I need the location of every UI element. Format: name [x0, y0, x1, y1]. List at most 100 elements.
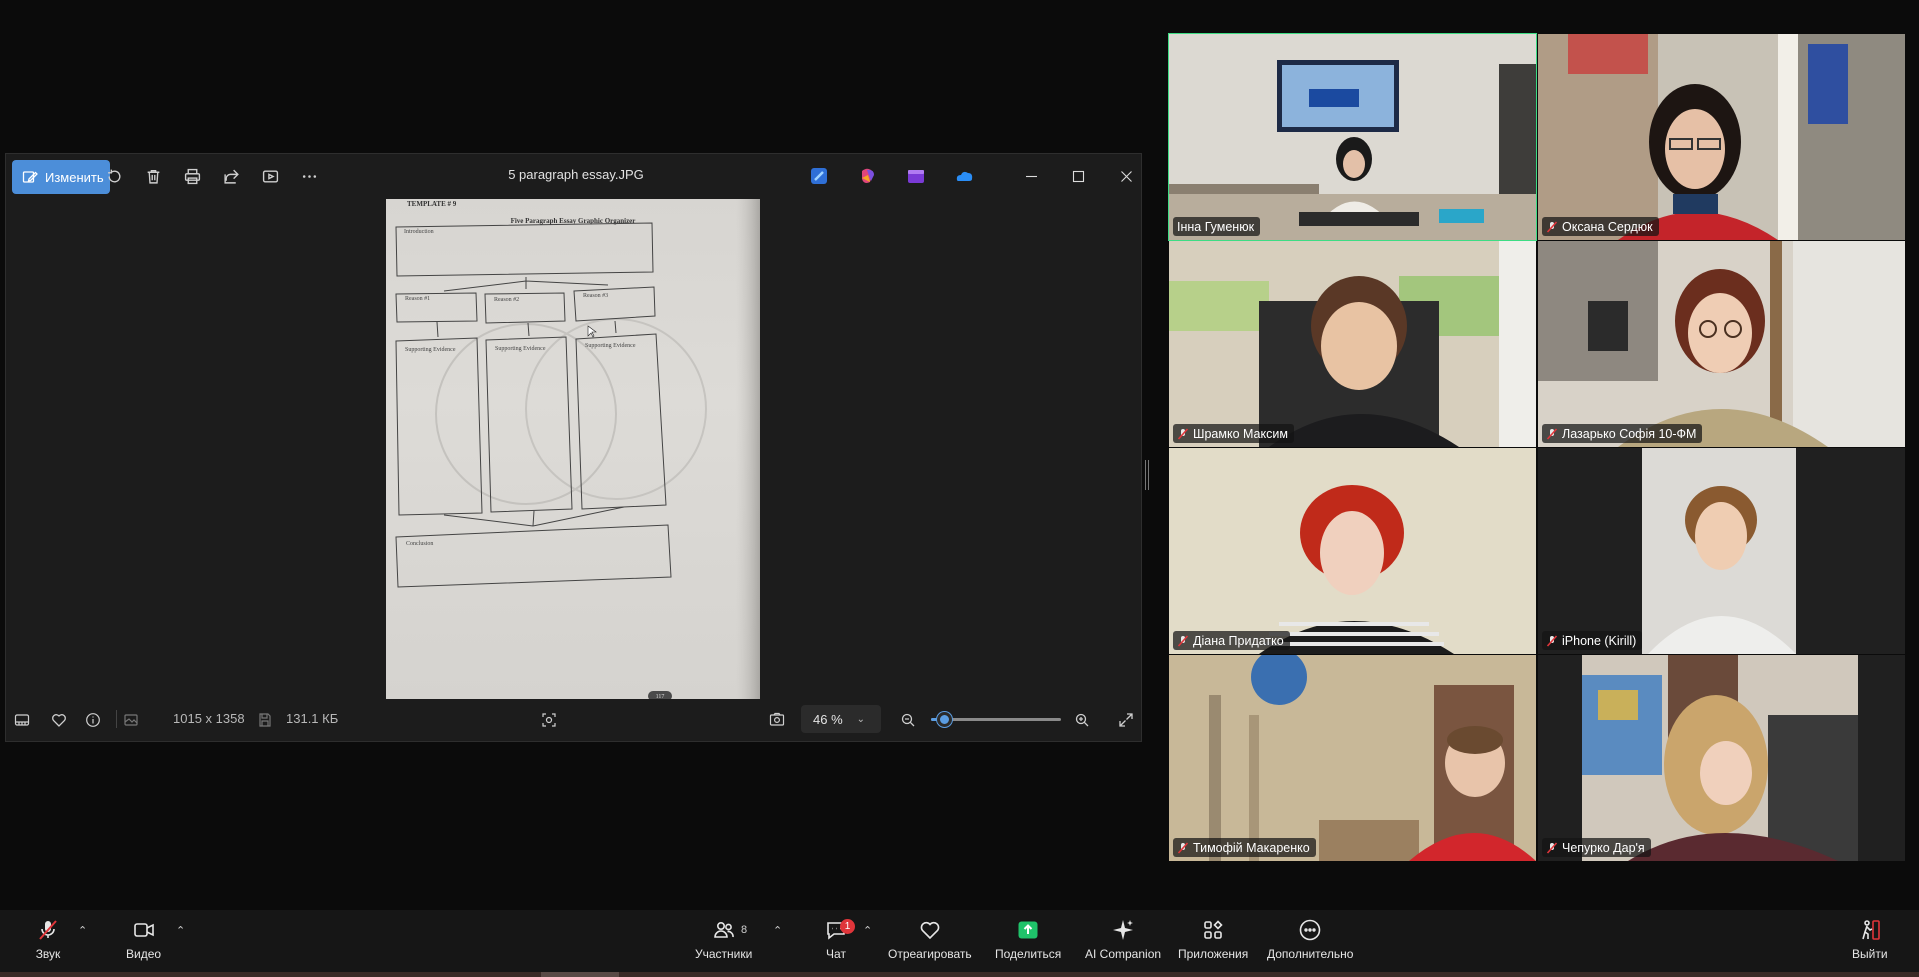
file-size: 131.1 КБ	[286, 711, 339, 726]
zoom-out-icon[interactable]	[898, 710, 918, 730]
maximize-icon[interactable]	[1063, 162, 1093, 190]
reason-1-label: Reason #1	[405, 296, 430, 302]
participant-tile[interactable]: Оксана Сердюк	[1538, 34, 1905, 240]
reason-3-label: Reason #3	[583, 293, 608, 299]
video-options-caret[interactable]: ⌃	[176, 924, 188, 937]
video-feed	[1538, 448, 1905, 654]
participant-tile[interactable]: Лазарько Софія 10-ФМ	[1538, 241, 1905, 447]
video-feed	[1538, 34, 1905, 240]
evidence-3-label: Supporting Evidence	[585, 343, 636, 349]
audio-label: Звук	[35, 947, 61, 961]
viewer-toolbar: Изменить 5 paragraph essay.JPG	[6, 154, 1141, 198]
share-screen-button[interactable]: Поделиться	[995, 916, 1061, 966]
zoom-level-value: 46 %	[813, 711, 843, 727]
participants-options-caret[interactable]: ⌃	[773, 924, 785, 937]
muted-mic-icon	[1546, 634, 1558, 647]
edit-button[interactable]: Изменить	[12, 160, 110, 194]
onedrive-icon[interactable]	[954, 166, 974, 186]
status-divider	[116, 710, 117, 728]
slideshow-icon[interactable]	[258, 164, 282, 188]
participant-tile[interactable]: Діана Придатко	[1169, 448, 1536, 654]
more-button[interactable]: Дополнительно	[1267, 916, 1353, 966]
participant-name: Інна Гуменюк	[1177, 219, 1255, 234]
meeting-controls-bar: Звук ⌃ Видео ⌃ Участники 8 ⌃ Чат 1 ⌃ Отр…	[0, 910, 1919, 972]
camera-icon	[133, 923, 154, 937]
video-feed	[1538, 655, 1905, 861]
participant-tile[interactable]: Інна Гуменюк	[1168, 33, 1537, 241]
delete-icon[interactable]	[141, 164, 165, 188]
participant-name-tag: Шрамко Максим	[1173, 424, 1294, 443]
evidence-2-label: Supporting Evidence	[495, 346, 546, 352]
document-photo: TEMPLATE # 9 Five Paragraph Essay Graphi…	[386, 199, 760, 701]
participants-label: Участники	[695, 947, 753, 961]
video-feed	[1169, 448, 1536, 654]
clipchamp-icon[interactable]	[906, 166, 926, 186]
more-options-icon[interactable]	[297, 164, 321, 188]
window-bottom-edge	[0, 972, 1919, 977]
more-label: Дополнительно	[1267, 947, 1354, 961]
share-icon[interactable]	[219, 164, 243, 188]
participants-count: 8	[741, 924, 748, 936]
participant-name-tag: iPhone (Kirill)	[1542, 631, 1643, 650]
zoom-slider-thumb[interactable]	[937, 712, 952, 727]
react-button[interactable]: Отреагировать	[888, 916, 972, 966]
copilot-icon[interactable]	[858, 166, 878, 186]
info-icon[interactable]	[83, 710, 103, 730]
react-label: Отреагировать	[888, 947, 972, 961]
chat-label: Чат	[826, 947, 846, 961]
dimensions-icon	[121, 710, 141, 730]
video-button[interactable]: Видео	[126, 916, 161, 966]
filmstrip-icon[interactable]	[12, 710, 32, 730]
audio-options-caret[interactable]: ⌃	[78, 924, 90, 937]
participant-name-tag: Чепурко Дар'я	[1542, 838, 1651, 857]
participant-name: iPhone (Kirill)	[1562, 633, 1637, 648]
actual-size-icon[interactable]	[767, 710, 787, 730]
introduction-label: Introduction	[404, 229, 434, 235]
video-feed	[1169, 655, 1536, 861]
participant-tile[interactable]: iPhone (Kirill)	[1538, 448, 1905, 654]
heart-icon	[920, 921, 940, 940]
audio-button[interactable]: Звук	[34, 916, 62, 966]
muted-mic-icon	[1546, 841, 1558, 854]
leave-button[interactable]: Выйти	[1852, 916, 1888, 966]
muted-mic-icon	[1546, 427, 1558, 440]
zoom-level-dropdown[interactable]: 46 % ⌄	[801, 705, 881, 733]
participant-name: Оксана Сердюк	[1562, 219, 1653, 234]
rotate-icon[interactable]	[102, 164, 126, 188]
image-canvas[interactable]: TEMPLATE # 9 Five Paragraph Essay Graphi…	[6, 198, 1141, 701]
participant-tile[interactable]: Чепурко Дар'я	[1538, 655, 1905, 861]
fullscreen-icon[interactable]	[1116, 710, 1136, 730]
print-icon[interactable]	[180, 164, 204, 188]
minimize-icon[interactable]	[1016, 162, 1046, 190]
shared-photo-viewer: Изменить 5 paragraph essay.JPG TEMPLATE …	[5, 153, 1142, 742]
participant-tile[interactable]: Шрамко Максим	[1169, 241, 1536, 447]
crop-view-icon[interactable]	[539, 710, 559, 730]
designer-icon[interactable]	[809, 166, 829, 186]
chat-unread-badge: 1	[840, 919, 855, 934]
participant-name-tag: Оксана Сердюк	[1542, 217, 1659, 236]
view-splitter-handle[interactable]	[1145, 460, 1149, 490]
sparkle-icon	[1113, 920, 1134, 940]
evidence-1-label: Supporting Evidence	[405, 347, 456, 353]
zoom-meeting-window: Изменить 5 paragraph essay.JPG TEMPLATE …	[0, 0, 1919, 977]
template-label: TEMPLATE # 9	[407, 200, 457, 208]
conclusion-label: Conclusion	[406, 541, 433, 547]
participant-name-tag: Діана Придатко	[1173, 631, 1290, 650]
zoom-in-icon[interactable]	[1072, 710, 1092, 730]
video-label: Видео	[126, 947, 162, 961]
favorite-icon[interactable]	[49, 710, 69, 730]
participant-name: Діана Придатко	[1193, 633, 1284, 648]
zoom-slider[interactable]	[931, 712, 1061, 727]
ai-companion-button[interactable]: AI Companion	[1085, 916, 1161, 966]
close-icon[interactable]	[1111, 162, 1141, 190]
reason-2-label: Reason #2	[494, 297, 519, 303]
participant-name-tag: Тимофій Макаренко	[1173, 838, 1316, 857]
video-feed	[1538, 241, 1905, 447]
viewer-status-bar: 1015 x 1358 131.1 КБ 46 % ⌄	[6, 698, 1141, 741]
participant-tile[interactable]: Тимофій Макаренко	[1169, 655, 1536, 861]
apps-label: Приложения	[1178, 947, 1249, 961]
file-title: 5 paragraph essay.JPG	[508, 167, 644, 182]
chat-options-caret[interactable]: ⌃	[863, 924, 875, 937]
apps-button[interactable]: Приложения	[1178, 916, 1248, 966]
ai-companion-label: AI Companion	[1085, 947, 1162, 961]
